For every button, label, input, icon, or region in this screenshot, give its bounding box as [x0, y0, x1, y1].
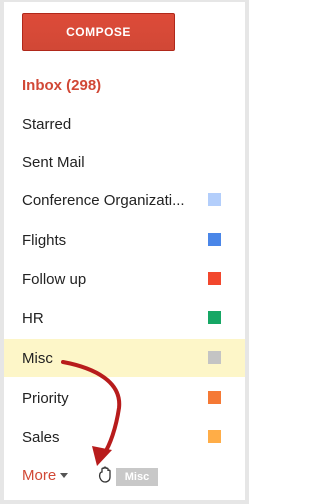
nav-item-sent-mail[interactable]: Sent Mail: [4, 143, 245, 181]
label-item-name: Sales: [22, 428, 60, 446]
label-color-swatch[interactable]: [208, 193, 221, 206]
nav-item-label: Sent Mail: [22, 153, 85, 171]
more-link[interactable]: More: [22, 467, 69, 484]
frame-border-top: [0, 0, 249, 2]
chevron-down-icon: [60, 473, 69, 478]
label-item-name: Conference Organizati...: [22, 191, 185, 209]
nav-item-inbox[interactable]: Inbox (298): [4, 66, 245, 104]
label-item-name: HR: [22, 309, 44, 327]
grab-hand-icon: [98, 466, 111, 483]
label-color-swatch[interactable]: [208, 351, 221, 364]
nav-item-label: Inbox (298): [22, 76, 102, 94]
label-item-name: Flights: [22, 231, 67, 249]
label-color-swatch[interactable]: [208, 233, 221, 246]
compose-button[interactable]: COMPOSE: [22, 13, 175, 51]
frame-border-bottom: [0, 500, 249, 504]
label-color-swatch[interactable]: [208, 430, 221, 443]
label-item-name: Priority: [22, 389, 69, 407]
gmail-sidebar: COMPOSE Inbox (298) Starred Sent Mail Co…: [0, 0, 249, 504]
label-item-name: Follow up: [22, 270, 87, 288]
more-label: More: [22, 467, 57, 484]
drag-label-chip: Misc: [116, 468, 158, 486]
nav-item-label: Starred: [22, 115, 72, 133]
label-item-name: Misc: [22, 349, 53, 367]
frame-border-right: [245, 0, 249, 504]
nav-item-starred[interactable]: Starred: [4, 105, 245, 143]
label-color-swatch[interactable]: [208, 311, 221, 324]
label-color-swatch[interactable]: [208, 391, 221, 404]
label-color-swatch[interactable]: [208, 272, 221, 285]
